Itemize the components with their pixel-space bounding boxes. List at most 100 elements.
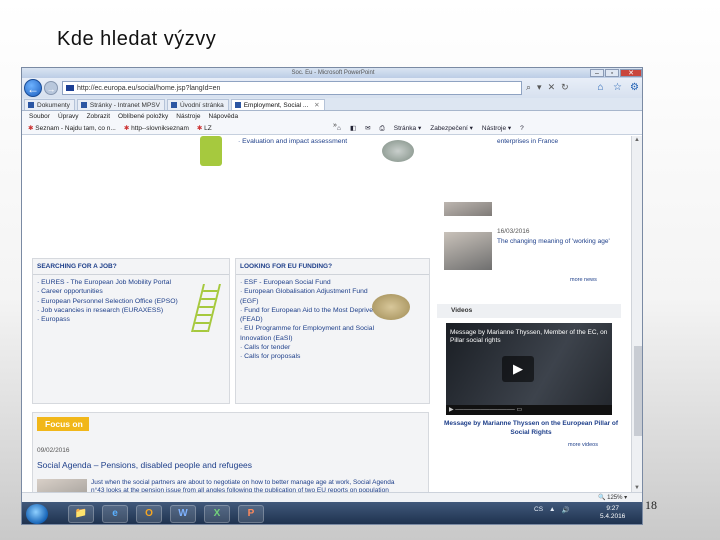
tab-label: Employment, Social ... bbox=[243, 102, 309, 109]
page-viewport: · Evaluation and impact assessment enter… bbox=[22, 136, 631, 492]
search-icon[interactable]: ⌕ bbox=[526, 82, 531, 93]
mail-icon[interactable]: ✉ bbox=[365, 122, 370, 135]
refresh-icon[interactable]: ↻ bbox=[561, 82, 569, 93]
tab-close-icon[interactable]: ✕ bbox=[314, 102, 319, 109]
evaluation-link[interactable]: · Evaluation and impact assessment bbox=[238, 138, 347, 145]
menu-item-soubor[interactable]: Soubor bbox=[29, 111, 50, 122]
menu-item-napoveda[interactable]: Nápověda bbox=[209, 111, 239, 122]
more-videos-link[interactable]: more videos bbox=[568, 442, 598, 448]
tab-employment-social[interactable]: Employment, Social ... ✕ bbox=[230, 99, 325, 110]
job-panel-heading: SEARCHING FOR A JOB? bbox=[33, 259, 229, 275]
clock[interactable]: 9:27 5.4.2016 bbox=[600, 505, 625, 521]
menu-item-nastroje[interactable]: Nástroje bbox=[176, 111, 200, 122]
word-taskbar-icon[interactable]: W bbox=[170, 505, 196, 523]
forward-arrow-icon: → bbox=[46, 84, 56, 94]
videos-heading: Videos bbox=[437, 304, 621, 318]
tab-label: Stránky - Intranet MPSV bbox=[89, 102, 160, 109]
stop-icon[interactable]: ✕ bbox=[548, 82, 556, 93]
home-command-icon[interactable]: ⌂ bbox=[337, 122, 341, 135]
window-titlebar: Soc. Eu - Microsoft PowerPoint – ▫ ✕ bbox=[22, 68, 642, 78]
back-button[interactable]: ← bbox=[24, 79, 42, 97]
video-caption[interactable]: Message by Marianne Thyssen on the Europ… bbox=[438, 419, 624, 437]
scroll-thumb[interactable] bbox=[634, 346, 642, 436]
news-link[interactable]: The changing meaning of 'working age' bbox=[497, 238, 617, 246]
eu-flag-icon bbox=[66, 85, 74, 91]
funding-link[interactable]: · Calls for tender bbox=[240, 343, 425, 352]
start-button[interactable] bbox=[26, 504, 48, 524]
excel-taskbar-icon[interactable]: X bbox=[204, 505, 230, 523]
volume-icon[interactable]: 🔊 bbox=[561, 506, 569, 514]
news-snippet[interactable]: enterprises in France bbox=[497, 138, 558, 145]
powerpoint-taskbar-icon[interactable]: P bbox=[238, 505, 264, 523]
video-controls[interactable]: ▶ ────────────── ▭ bbox=[446, 405, 612, 415]
focus-body: Just when the social partners are about … bbox=[91, 479, 395, 492]
menu-item-zobrazit[interactable]: Zobrazit bbox=[87, 111, 110, 122]
job-link[interactable]: · Career opportunities bbox=[37, 287, 225, 296]
close-button[interactable]: ✕ bbox=[620, 69, 642, 77]
address-tools: ⌕ ▾ ✕ ↻ bbox=[526, 82, 569, 93]
window-controls: – ▫ ✕ bbox=[590, 69, 642, 77]
more-news-link[interactable]: more news bbox=[570, 277, 597, 283]
address-bar: ← → http://ec.europa.eu/social/home.jsp?… bbox=[22, 78, 642, 98]
focus-badge: Focus on bbox=[37, 417, 89, 431]
print-icon[interactable]: ⎙ bbox=[380, 122, 385, 135]
scroll-down-icon[interactable]: ▼ bbox=[634, 485, 640, 491]
ie-taskbar-icon[interactable]: e bbox=[102, 505, 128, 523]
favorites-links: Seznam - Najdu tam, co n... http--slovni… bbox=[28, 122, 212, 135]
favorites-bar: Seznam - Najdu tam, co n... http--slovni… bbox=[22, 122, 642, 135]
favorite-link-seznam[interactable]: Seznam - Najdu tam, co n... bbox=[28, 122, 116, 135]
funding-panel-heading: LOOKING FOR EU FUNDING? bbox=[236, 259, 429, 275]
star-icon[interactable]: ☆ bbox=[612, 82, 623, 93]
dropdown-icon[interactable]: ▾ bbox=[537, 82, 542, 93]
tab-uvodni[interactable]: Úvodní stránka bbox=[166, 99, 229, 110]
window-title: Soc. Eu - Microsoft PowerPoint bbox=[291, 70, 375, 76]
minimize-button[interactable]: – bbox=[590, 69, 604, 77]
gear-icon[interactable]: ⚙ bbox=[629, 82, 640, 93]
vertical-scrollbar[interactable]: ▲ ▼ bbox=[631, 136, 642, 492]
tab-bar: Dokumenty Stránky - Intranet MPSV Úvodní… bbox=[22, 98, 642, 111]
play-icon[interactable]: ▶ bbox=[502, 356, 534, 382]
explorer-taskbar-icon[interactable]: 📁 bbox=[68, 505, 94, 523]
forward-button[interactable]: → bbox=[44, 81, 58, 95]
funding-link[interactable]: Innovation (EaSI) bbox=[240, 334, 425, 343]
security-menu[interactable]: Zabezpečení ▾ bbox=[430, 122, 473, 135]
funding-panel: LOOKING FOR EU FUNDING? · ESF - European… bbox=[235, 258, 430, 404]
system-tray: CS ▲ 🔊 bbox=[534, 506, 570, 514]
funding-link[interactable]: · ESF - European Social Fund bbox=[240, 278, 425, 287]
taskbar: 📁 e O W X P CS ▲ 🔊 9:27 5.4.2016 bbox=[22, 502, 642, 524]
tab-dokumenty[interactable]: Dokumenty bbox=[24, 99, 75, 110]
home-icon[interactable]: ⌂ bbox=[595, 82, 606, 93]
rss-icon[interactable]: ◧ bbox=[350, 122, 356, 135]
browser-screenshot: Soc. Eu - Microsoft PowerPoint – ▫ ✕ ← →… bbox=[21, 67, 643, 525]
help-icon[interactable]: ? bbox=[520, 122, 524, 135]
url-text: http://ec.europa.eu/social/home.jsp?lang… bbox=[77, 85, 221, 92]
funding-link[interactable]: · Calls for proposals bbox=[240, 352, 425, 361]
news-date: 16/03/2016 bbox=[497, 228, 530, 235]
bag-illustration bbox=[200, 136, 222, 166]
video-title: Message by Marianne Thyssen, Member of t… bbox=[450, 329, 608, 344]
tools-menu[interactable]: Nástroje ▾ bbox=[482, 122, 511, 135]
news-thumbnail bbox=[444, 202, 492, 216]
outlook-taskbar-icon[interactable]: O bbox=[136, 505, 162, 523]
favorite-link-slovnik[interactable]: http--slovnikseznam bbox=[124, 122, 189, 135]
news-thumbnail-2 bbox=[444, 232, 492, 270]
menu-item-oblibene[interactable]: Oblíbené položky bbox=[118, 111, 168, 122]
funding-links: · ESF - European Social Fund · European … bbox=[236, 275, 429, 365]
focus-title[interactable]: Social Agenda – Pensions, disabled peopl… bbox=[37, 460, 252, 470]
focus-section: Focus on 09/02/2016 Social Agenda – Pens… bbox=[32, 412, 429, 492]
scroll-up-icon[interactable]: ▲ bbox=[634, 137, 640, 143]
coins-illustration bbox=[372, 294, 410, 320]
clock-date: 5.4.2016 bbox=[600, 513, 626, 520]
menu-item-upravy[interactable]: Úpravy bbox=[58, 111, 79, 122]
video-player[interactable]: Message by Marianne Thyssen, Member of t… bbox=[446, 323, 612, 415]
clock-time: 9:27 bbox=[606, 505, 619, 512]
funding-link[interactable]: · EU Programme for Employment and Social bbox=[240, 324, 425, 333]
maximize-button[interactable]: ▫ bbox=[605, 69, 619, 77]
tray-arrow-icon[interactable]: ▲ bbox=[549, 506, 555, 514]
job-link[interactable]: · EURES - The European Job Mobility Port… bbox=[37, 278, 225, 287]
favorite-link-lz[interactable]: LZ bbox=[197, 122, 212, 135]
page-menu[interactable]: Stránka ▾ bbox=[394, 122, 421, 135]
tab-intranet[interactable]: Stránky - Intranet MPSV bbox=[76, 99, 165, 110]
url-input[interactable]: http://ec.europa.eu/social/home.jsp?lang… bbox=[62, 81, 522, 95]
language-indicator[interactable]: CS bbox=[534, 506, 543, 514]
